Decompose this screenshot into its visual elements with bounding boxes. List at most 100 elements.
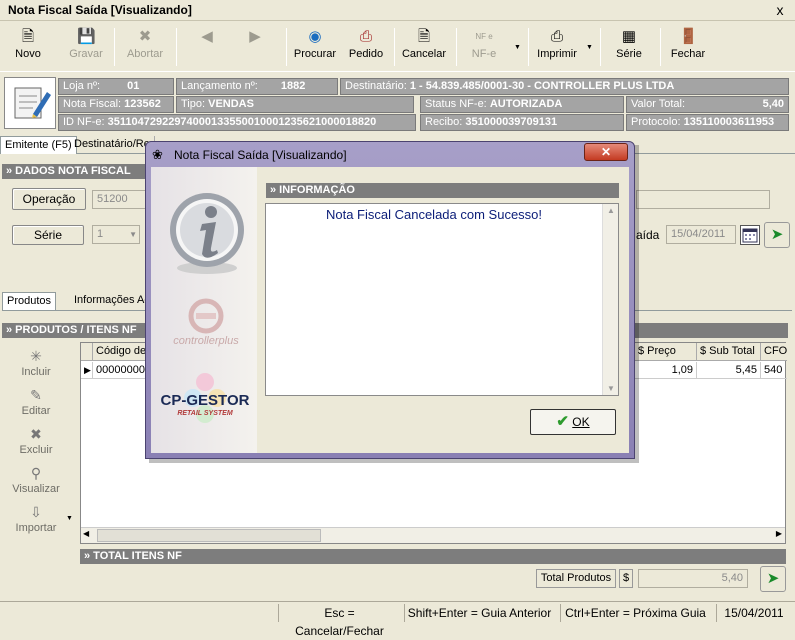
recibo-value: 351000039709131 xyxy=(465,116,558,128)
loja-label: Loja nº: xyxy=(63,80,101,92)
pedido-button[interactable]: ⎙ Pedido xyxy=(344,26,388,68)
printer-icon: ⎙ xyxy=(550,28,563,45)
title-bar: Nota Fiscal Saída [Visualizando] x xyxy=(0,0,795,21)
valor-label: Valor Total: xyxy=(631,98,686,110)
next-record-icon: ▶ xyxy=(249,28,261,45)
info-icon xyxy=(164,190,250,276)
nfe-button[interactable]: NF e NF-e xyxy=(466,26,502,68)
toolbar-separator xyxy=(660,28,661,66)
new-document-icon: 🗎 xyxy=(21,28,35,45)
status-label: Status NF-e: xyxy=(425,98,487,110)
operacao-description-field[interactable] xyxy=(636,190,770,209)
status-shift-enter: Shift+Enter = Guia Anterior xyxy=(404,604,554,622)
imprimir-button[interactable]: ⎙ Imprimir xyxy=(536,26,578,68)
toolbar-separator xyxy=(456,28,457,66)
table-row-subtotal[interactable]: 5,45 xyxy=(697,362,761,379)
saida-date-field[interactable]: 15/04/2011 xyxy=(666,225,736,244)
fechar-label: Fechar xyxy=(670,48,706,60)
previous-button[interactable]: ◀ xyxy=(192,26,222,68)
serie-value: 1 xyxy=(97,228,104,240)
procurar-button[interactable]: ◉ Procurar xyxy=(292,26,338,68)
next-step-arrow-icon[interactable]: ➤ xyxy=(764,222,790,248)
table-row-cfo[interactable]: 540 xyxy=(761,362,787,379)
total-value-field: 5,40 xyxy=(638,569,748,588)
add-item-icon: ✳ xyxy=(30,348,42,364)
abortar-button[interactable]: ✖ Abortar xyxy=(122,26,168,68)
scroll-right-icon[interactable]: ▶ xyxy=(776,529,782,538)
nfe-label: NF-e xyxy=(471,48,497,60)
visualizar-button[interactable]: ⚲ Visualizar xyxy=(10,465,62,495)
nota-value: 123562 xyxy=(124,98,161,110)
incluir-label: Incluir xyxy=(21,366,51,378)
novo-label: Novo xyxy=(15,48,41,60)
window-title: Nota Fiscal Saída [Visualizando] xyxy=(8,3,192,17)
next-button[interactable]: ▶ xyxy=(240,26,270,68)
novo-button[interactable]: 🗎 Novo xyxy=(8,26,48,68)
tab-destinatario[interactable]: Destinatário/Re xyxy=(70,136,155,154)
vertical-scrollbar[interactable]: ▲ ▼ xyxy=(602,204,618,395)
grid-header-subtotal[interactable]: $ Sub Total xyxy=(697,343,761,361)
scroll-left-icon[interactable]: ◀ xyxy=(83,529,89,538)
cancelar-button[interactable]: 🗎 Cancelar xyxy=(400,26,448,68)
serie-field-button[interactable]: Série xyxy=(12,225,84,245)
status-date: 15/04/2011 xyxy=(716,604,791,622)
abort-x-icon: ✖ xyxy=(138,28,152,45)
message-textbox[interactable]: Nota Fiscal Cancelada com Sucesso! ▲ ▼ xyxy=(265,203,619,396)
excluir-button[interactable]: ✖ Excluir xyxy=(10,426,62,456)
grid-header-cfo[interactable]: CFO xyxy=(761,343,787,361)
table-row-preco[interactable]: 1,09 xyxy=(635,362,697,379)
info-section-header: » INFORMAÇÃO xyxy=(266,183,619,198)
tab-produtos[interactable]: Produtos xyxy=(2,292,57,310)
nfe-icon: NF e xyxy=(475,32,493,41)
confirm-arrow-icon[interactable]: ➤ xyxy=(760,566,786,592)
dialog-close-button[interactable]: ✕ xyxy=(584,143,628,161)
window-close-button[interactable]: x xyxy=(771,1,789,19)
protocolo-cell: Protocolo: 135110003611953 xyxy=(626,114,789,131)
importar-dropdown-icon[interactable]: ▼ xyxy=(66,515,73,522)
scroll-up-icon[interactable]: ▲ xyxy=(607,206,615,215)
chevron-down-icon: ▼ xyxy=(129,230,137,239)
status-esc: Esc = Cancelar/Fechar xyxy=(278,604,400,638)
delete-item-icon: ✖ xyxy=(30,426,42,442)
tab-emitente[interactable]: Emitente (F5) xyxy=(0,136,77,154)
importar-button[interactable]: ⇩ Importar xyxy=(10,504,62,534)
operacao-button[interactable]: Operação xyxy=(12,188,86,210)
visualizar-label: Visualizar xyxy=(12,483,60,495)
gravar-button[interactable]: 💾 Gravar xyxy=(64,26,108,68)
tab-informacoes[interactable]: Informações Ad xyxy=(70,292,154,310)
horizontal-scrollbar[interactable]: ◀ ▶ xyxy=(81,527,785,543)
serie-button[interactable]: ▦ Série xyxy=(612,26,646,68)
protocolo-label: Protocolo: xyxy=(631,116,681,128)
gravar-label: Gravar xyxy=(69,48,103,60)
import-icon: ⇩ xyxy=(30,504,42,520)
grid-indicator-header xyxy=(81,343,93,361)
destinatario-value: 1 - 54.839.485/0001-30 - CONTROLLER PLUS… xyxy=(409,80,675,92)
loja-value: 01 xyxy=(127,80,140,92)
ok-button[interactable]: ✔ OK xyxy=(530,409,616,435)
incluir-button[interactable]: ✳ Incluir xyxy=(10,348,62,378)
tipo-label: Tipo: xyxy=(181,98,206,110)
id-nfe-cell: ID NF-e: 3511047292297400013355001000123… xyxy=(58,114,416,131)
calendar-icon[interactable] xyxy=(740,225,760,245)
scroll-down-icon[interactable]: ▼ xyxy=(607,384,615,393)
fechar-button[interactable]: 🚪 Fechar xyxy=(668,26,708,68)
nfe-dropdown-icon[interactable]: ▼ xyxy=(514,44,521,51)
grid-header-preco[interactable]: $ Preço xyxy=(635,343,697,361)
id-nfe-label: ID NF-e: xyxy=(63,116,105,128)
serie-label: Série xyxy=(616,48,642,60)
valor-value: 5,40 xyxy=(762,98,784,110)
imprimir-dropdown-icon[interactable]: ▼ xyxy=(586,44,593,51)
serie-select[interactable]: 1 ▼ xyxy=(92,225,140,244)
operacao-field[interactable]: 51200 xyxy=(92,190,148,209)
search-globe-icon: ◉ xyxy=(308,28,322,45)
editar-button[interactable]: ✎ Editar xyxy=(10,387,62,417)
scroll-thumb[interactable] xyxy=(97,529,321,542)
cp-gestor-logo: CP-GESTOR RETAIL SYSTEM xyxy=(156,370,254,438)
saida-label: aída xyxy=(636,228,660,242)
procurar-label: Procurar xyxy=(293,48,337,60)
toolbar: 🗎 Novo 💾 Gravar ✖ Abortar ◀ ▶ ◉ Procurar… xyxy=(0,22,795,72)
status-value: AUTORIZADA xyxy=(489,98,563,110)
cancelar-label: Cancelar xyxy=(401,48,447,60)
controllerplus-mark-icon xyxy=(188,298,224,334)
row-indicator-icon: ▶ xyxy=(81,362,93,379)
